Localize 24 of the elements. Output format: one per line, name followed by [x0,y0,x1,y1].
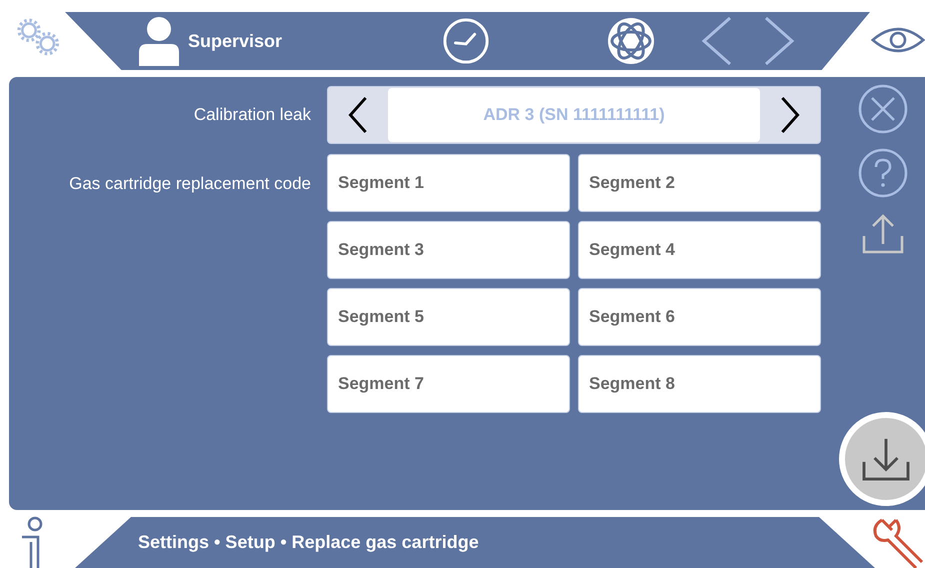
upload-icon[interactable] [862,212,904,254]
calibration-leak-selector[interactable]: ADR 3 (SN 1111111111) [327,86,821,144]
chevron-left-icon [347,96,369,134]
replacement-code-label: Gas cartridge replacement code [68,174,311,194]
help-icon[interactable] [858,148,908,198]
wrench-icon[interactable] [872,518,924,568]
segment-input-field[interactable]: Segment 1 [327,154,570,212]
clock-icon[interactable] [442,17,490,65]
close-icon[interactable] [858,84,908,134]
user-icon[interactable] [137,16,181,66]
segment-input-field[interactable]: Segment 7 [327,355,570,413]
segment-input-field[interactable]: Segment 4 [578,221,821,279]
segment-input-field[interactable]: Segment 2 [578,154,821,212]
chevron-right-icon [779,96,801,134]
globe-icon[interactable] [606,16,656,66]
download-icon [862,437,910,481]
segment-input-field[interactable]: Segment 8 [578,355,821,413]
calibration-leak-label: Calibration leak [192,105,311,125]
segment-input-field[interactable]: Segment 6 [578,288,821,346]
segment-input-field[interactable]: Segment 3 [327,221,570,279]
segment-input-field[interactable]: Segment 5 [327,288,570,346]
breadcrumb: Settings • Setup • Replace gas cartridge [138,532,479,553]
user-name: Supervisor [188,30,282,52]
calibration-leak-value: ADR 3 (SN 1111111111) [388,88,760,142]
